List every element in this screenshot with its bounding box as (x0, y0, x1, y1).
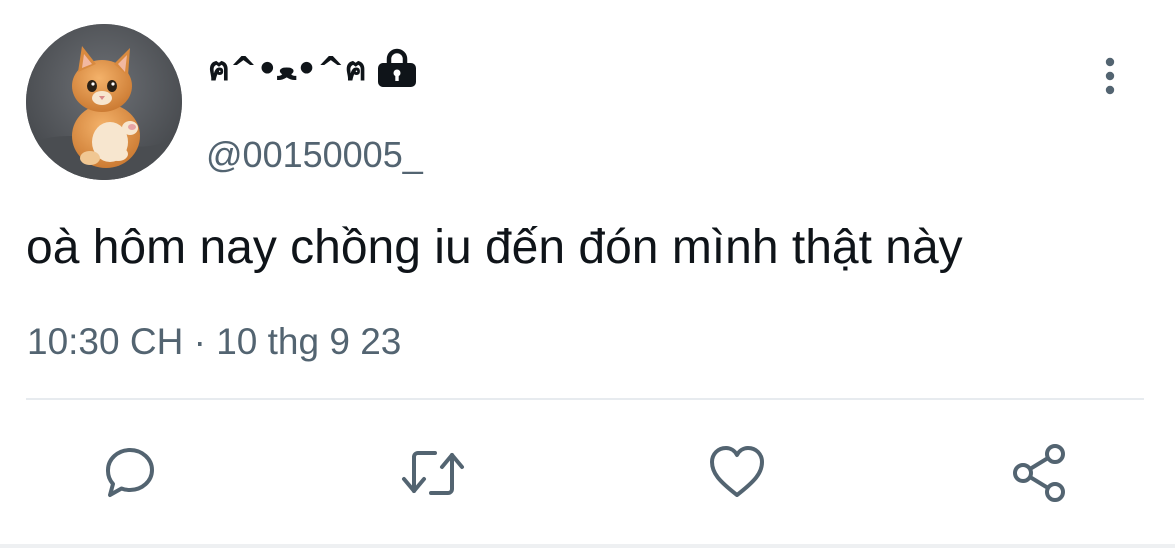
tweet-date: 10 thg 9 23 (216, 321, 402, 362)
speech-bubble-icon (106, 448, 154, 497)
bottom-divider (0, 544, 1175, 548)
avatar[interactable] (26, 24, 182, 180)
share-button[interactable] (1008, 443, 1072, 503)
kitten-avatar-image (26, 24, 182, 180)
reply-button[interactable] (98, 443, 162, 503)
display-name[interactable]: ฅ^•ﻌ•^ฅ (208, 42, 367, 95)
like-button[interactable] (705, 443, 769, 503)
heart-icon (710, 446, 764, 497)
retweet-button[interactable] (401, 443, 465, 503)
retweet-arrows-icon (402, 451, 464, 495)
more-vertical-icon (1105, 57, 1115, 95)
lock-icon (376, 47, 418, 89)
tweet-text: oà hôm nay chồng iu đến đón mình thật nà… (26, 221, 963, 274)
username[interactable]: @00150005_ (206, 134, 423, 176)
tweet-detail: ฅ^•ﻌ•^ฅ @00150005_ oà hôm nay chồng iu đ… (0, 0, 1175, 548)
tweet-timestamp[interactable]: 10:30 CH · 10 thg 9 23 (27, 321, 401, 363)
meta-separator: · (193, 321, 206, 362)
tweet-time: 10:30 CH (27, 321, 184, 362)
divider (26, 398, 1144, 400)
more-options-button[interactable] (1092, 54, 1128, 98)
display-name-row: ฅ^•ﻌ•^ฅ (208, 46, 418, 90)
share-nodes-icon (1013, 444, 1065, 502)
